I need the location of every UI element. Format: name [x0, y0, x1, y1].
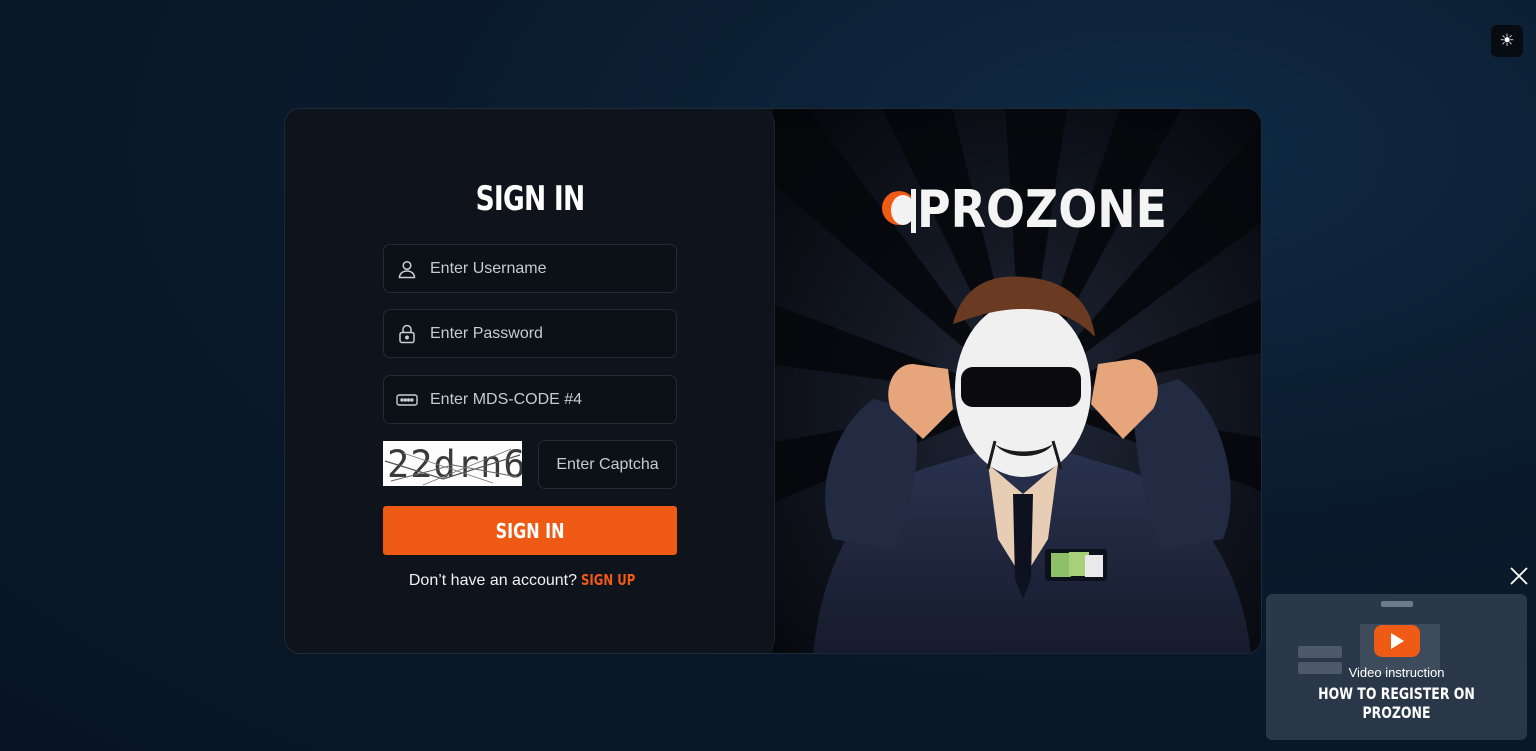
close-video-button[interactable] — [1508, 565, 1530, 587]
password-field[interactable] — [383, 309, 677, 358]
keypad-icon — [384, 393, 430, 406]
sun-icon: ☀ — [1499, 31, 1515, 50]
password-input[interactable] — [430, 324, 660, 343]
sign-in-button[interactable]: SIGN IN — [383, 506, 677, 555]
video-title: HOW TO REGISTER ON PROZONE — [1318, 684, 1475, 722]
login-card: SIGN IN Enter Username Enter MDS-CODE #4… — [284, 108, 1262, 654]
page-title: SIGN IN — [475, 179, 586, 219]
close-icon — [1510, 567, 1528, 585]
username-input[interactable] — [430, 259, 660, 278]
signup-row: Don’t have an account? SIGN UP — [285, 571, 775, 590]
captcha-image: 22drn6 — [383, 441, 526, 486]
sign-up-link[interactable]: SIGN UP — [581, 571, 635, 589]
mds-code-input[interactable] — [430, 390, 660, 409]
brand-panel: PROZONE — [773, 109, 1261, 653]
captcha-text: 22drn6 — [387, 443, 522, 486]
login-panel: SIGN IN Enter Username Enter MDS-CODE #4… — [285, 109, 775, 653]
captcha-input[interactable] — [547, 455, 668, 474]
brand-illustration: PROZONE — [773, 109, 1261, 653]
video-subtitle: Video instruction — [1348, 665, 1445, 680]
sign-in-button-label: SIGN IN — [495, 518, 565, 543]
play-icon — [1391, 633, 1404, 649]
signup-prompt: Don’t have an account? — [408, 572, 577, 589]
lock-icon — [384, 324, 430, 344]
play-button[interactable] — [1374, 625, 1420, 657]
brand-name: PROZONE — [917, 180, 1167, 240]
user-icon — [384, 259, 430, 279]
mds-code-field[interactable] — [383, 375, 677, 424]
username-field[interactable] — [383, 244, 677, 293]
captcha-field[interactable] — [538, 440, 677, 489]
video-instruction-card[interactable]: Video instruction HOW TO REGISTER ON PRO… — [1266, 594, 1527, 740]
theme-toggle-button[interactable]: ☀ — [1491, 25, 1523, 57]
prozone-logo: PROZONE — [882, 180, 1167, 240]
